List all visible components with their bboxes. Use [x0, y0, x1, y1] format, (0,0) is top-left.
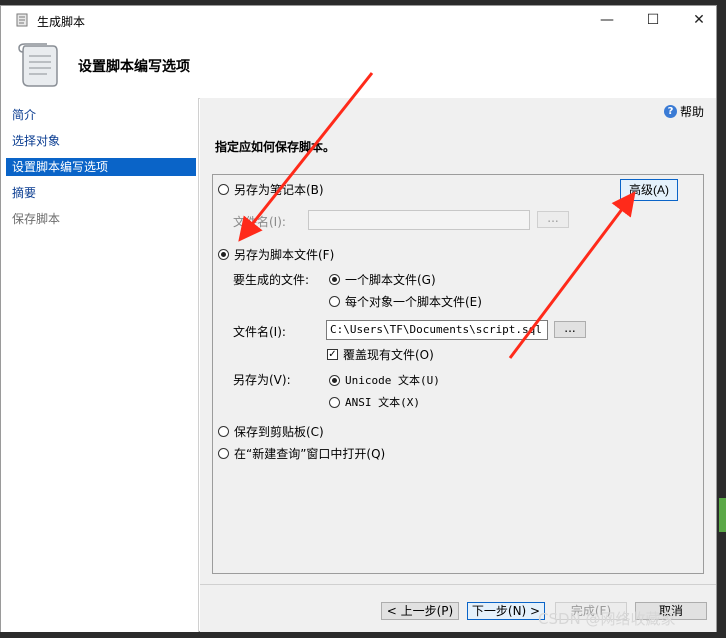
- close-button[interactable]: ✕: [676, 6, 722, 34]
- title-bar[interactable]: 生成脚本 — ☐ ✕: [1, 6, 716, 34]
- filename-input[interactable]: C:\Users\TF\Documents\script.sql: [326, 320, 548, 340]
- radio-circle: [329, 396, 340, 408]
- instruction-text: 指定应如何保存脚本。: [215, 140, 336, 154]
- ansi-text-label: ANSI 文本(X): [345, 396, 420, 409]
- help-label: 帮助: [680, 105, 705, 119]
- open-in-new-query-label: 在“新建查询”窗口中打开(Q): [234, 447, 386, 461]
- file-per-object-radio[interactable]: 每个对象一个脚本文件(E): [329, 293, 482, 310]
- overwrite-label: 覆盖现有文件(O): [343, 348, 434, 362]
- notebook-filename-input: [308, 210, 530, 230]
- radio-circle-selected: [218, 249, 229, 260]
- sidebar-item-intro[interactable]: 简介: [6, 106, 196, 124]
- next-button[interactable]: 下一步(N) >: [467, 602, 545, 620]
- help-link[interactable]: ? 帮助: [664, 103, 704, 120]
- generate-scripts-window: 生成脚本 — ☐ ✕ 设置脚本编写选项 简介 选择对象 设置脚本编写选项 摘要 …: [0, 5, 717, 632]
- open-in-new-query-radio[interactable]: 在“新建查询”窗口中打开(Q): [218, 445, 385, 462]
- maximize-button[interactable]: ☐: [630, 6, 676, 34]
- radio-circle-selected: [329, 374, 340, 386]
- sidebar-item-choose-objects[interactable]: 选择对象: [6, 132, 196, 150]
- minimize-button[interactable]: —: [584, 6, 630, 34]
- unicode-text-radio[interactable]: Unicode 文本(U): [329, 372, 440, 388]
- single-file-radio[interactable]: 一个脚本文件(G): [329, 271, 436, 288]
- filename-label: 文件名(I):: [233, 325, 286, 339]
- sidebar-item-save-scripts: 保存脚本: [12, 212, 61, 226]
- files-to-generate-label: 要生成的文件:: [233, 273, 310, 287]
- scroll-icon: [18, 43, 58, 87]
- sidebar-item-scripting-options[interactable]: 设置脚本编写选项: [6, 158, 196, 176]
- save-as-notebook-label: 另存为笔记本(B): [234, 183, 324, 197]
- page-heading: 设置脚本编写选项: [78, 59, 190, 75]
- radio-circle: [329, 296, 340, 307]
- save-as-script-file-radio[interactable]: 另存为脚本文件(F): [218, 246, 334, 263]
- app-script-icon: [16, 13, 28, 27]
- save-as-script-file-label: 另存为脚本文件(F): [234, 248, 335, 262]
- single-file-label: 一个脚本文件(G): [345, 273, 436, 287]
- main-panel: ? 帮助 指定应如何保存脚本。 另存为笔记本(B) 高级(A) 文件名(I): …: [200, 98, 716, 632]
- radio-circle: [218, 426, 229, 437]
- window-title: 生成脚本: [37, 15, 86, 29]
- save-as-notebook-radio[interactable]: 另存为笔记本(B): [218, 181, 324, 198]
- radio-circle: [218, 184, 229, 195]
- save-to-clipboard-label: 保存到剪贴板(C): [234, 425, 324, 439]
- previous-button[interactable]: < 上一步(P): [381, 602, 459, 620]
- help-icon: ?: [664, 105, 677, 118]
- radio-circle: [218, 448, 229, 459]
- save-to-clipboard-radio[interactable]: 保存到剪贴板(C): [218, 423, 324, 440]
- file-per-object-label: 每个对象一个脚本文件(E): [345, 295, 482, 309]
- sidebar-item-summary[interactable]: 摘要: [6, 184, 196, 202]
- ansi-text-radio[interactable]: ANSI 文本(X): [329, 394, 420, 410]
- notebook-filename-label: 文件名(I):: [233, 215, 286, 229]
- wizard-header: 设置脚本编写选项: [1, 34, 716, 99]
- checkmark-icon: ✓: [327, 349, 338, 360]
- save-as-encoding-label: 另存为(V):: [233, 373, 291, 387]
- advanced-button[interactable]: 高级(A): [620, 179, 678, 201]
- footer-divider: [200, 584, 716, 585]
- side-edge-tab: [719, 498, 726, 532]
- output-options-group: 另存为笔记本(B) 高级(A) 文件名(I): ... 另存为脚本文件(F) 要…: [212, 174, 704, 574]
- notebook-browse-button: ...: [537, 211, 569, 228]
- browse-button[interactable]: ...: [554, 321, 586, 338]
- overwrite-checkbox[interactable]: ✓ 覆盖现有文件(O): [327, 346, 434, 363]
- watermark-text: CSDN @网络收藏家: [538, 610, 676, 628]
- wizard-steps-sidebar: 简介 选择对象 设置脚本编写选项 摘要 保存脚本: [1, 98, 199, 632]
- radio-circle-selected: [329, 274, 340, 285]
- unicode-text-label: Unicode 文本(U): [345, 374, 440, 387]
